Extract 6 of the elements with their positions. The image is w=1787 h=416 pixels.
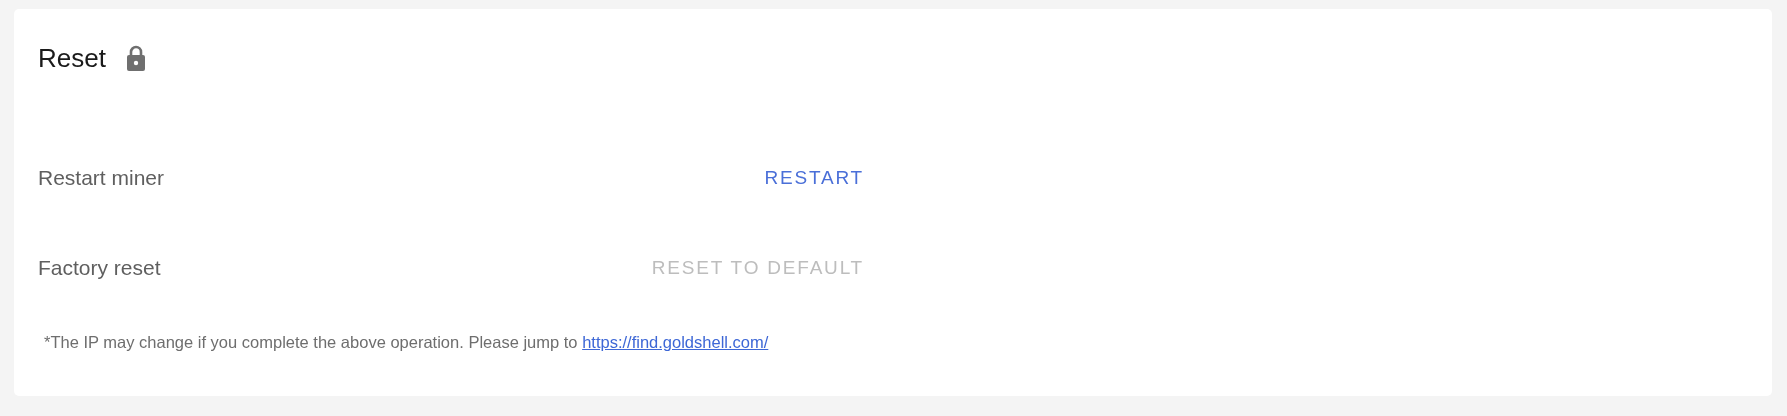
setting-label: Restart miner bbox=[38, 166, 165, 190]
setting-label: Factory reset bbox=[38, 256, 161, 280]
section-title: Reset bbox=[38, 42, 106, 74]
link[interactable]: https://find.goldshell.com/ bbox=[582, 333, 769, 351]
action-button[interactable]: RESTART bbox=[756, 159, 864, 197]
note-text: *The IP may change if you complete the above operation. Please jump to https://find.goldshell.com/ bbox=[43, 333, 770, 352]
